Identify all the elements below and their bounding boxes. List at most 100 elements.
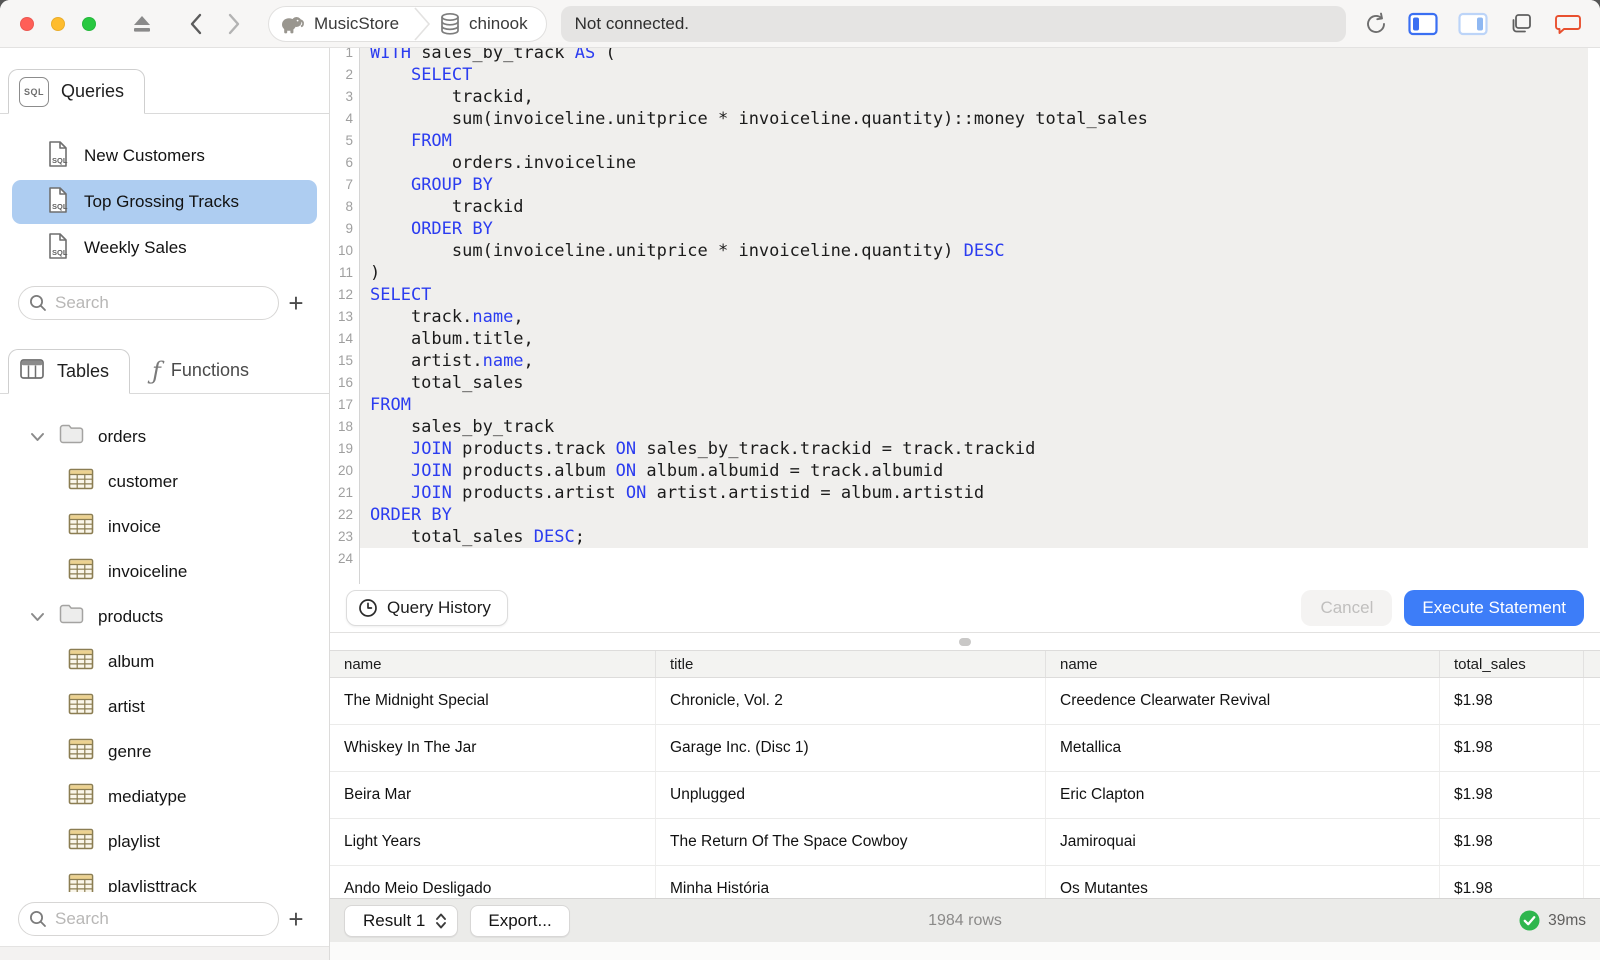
results-cell[interactable]: $1.98 [1440, 772, 1584, 818]
results-cell[interactable]: Ando Meio Desligado [330, 866, 656, 898]
results-cell[interactable]: Minha História [656, 866, 1046, 898]
feedback-chat-icon[interactable] [1554, 12, 1582, 36]
code-line[interactable]: GROUP BY [360, 174, 1588, 196]
breadcrumb-database-label[interactable]: chinook [469, 14, 528, 34]
tab-functions[interactable]: ƒ Functions [130, 348, 271, 393]
cancel-button[interactable]: Cancel [1301, 590, 1393, 626]
code-line[interactable]: JOIN products.album ON album.albumid = t… [360, 460, 1588, 482]
code-line[interactable]: artist.name, [360, 350, 1588, 372]
code-line[interactable]: track.name, [360, 306, 1588, 328]
tree-table-row[interactable]: invoice [0, 504, 329, 549]
code-line[interactable]: total_sales DESC; [360, 526, 1588, 548]
code-line[interactable]: sum(invoiceline.unitprice * invoiceline.… [360, 240, 1588, 262]
result-selector[interactable]: Result 1 [344, 904, 459, 937]
back-button[interactable] [188, 12, 204, 36]
chevron-down-icon[interactable] [30, 427, 45, 447]
results-cell[interactable]: Garage Inc. (Disc 1) [656, 725, 1046, 771]
code-line[interactable]: ORDER BY [360, 504, 1588, 526]
results-cell[interactable]: $1.98 [1440, 819, 1584, 865]
refresh-icon[interactable] [1364, 11, 1388, 37]
code-line[interactable]: ) [360, 262, 1588, 284]
execute-statement-button[interactable]: Execute Statement [1404, 590, 1584, 626]
code-line[interactable]: FROM [360, 130, 1588, 152]
code-line[interactable]: total_sales [360, 372, 1588, 394]
results-cell[interactable]: Creedence Clearwater Revival [1046, 678, 1440, 724]
eject-disconnect-icon[interactable] [130, 13, 154, 35]
code-line[interactable]: JOIN products.track ON sales_by_track.tr… [360, 438, 1588, 460]
results-cell[interactable]: Unplugged [656, 772, 1046, 818]
code-line[interactable]: trackid, [360, 86, 1588, 108]
tree-table-row[interactable]: invoiceline [0, 549, 329, 594]
pane-splitter[interactable] [330, 632, 1600, 650]
code-line[interactable]: trackid [360, 196, 1588, 218]
code-line[interactable]: ORDER BY [360, 218, 1588, 240]
toggle-left-sidebar-icon[interactable] [1408, 12, 1438, 36]
code-line[interactable]: sum(invoiceline.unitprice * invoiceline.… [360, 108, 1588, 130]
tree-table-row[interactable]: album [0, 639, 329, 684]
code-line[interactable]: WITH sales_by_track AS ( [360, 48, 1588, 64]
code-line[interactable]: orders.invoiceline [360, 152, 1588, 174]
tree-folder-row[interactable]: products [0, 594, 329, 639]
tree-table-row[interactable]: playlisttrack [0, 864, 329, 892]
results-column-header[interactable]: name [330, 651, 656, 677]
query-list-item[interactable]: SQL New Customers [12, 134, 317, 178]
results-cell[interactable]: Chronicle, Vol. 2 [656, 678, 1046, 724]
queries-search-input[interactable] [18, 286, 279, 320]
results-cell[interactable]: $1.98 [1440, 866, 1584, 898]
query-list-item[interactable]: SQL Weekly Sales [12, 226, 317, 270]
query-list-item[interactable]: SQL Top Grossing Tracks [12, 180, 317, 224]
zoom-window-button[interactable] [82, 16, 96, 31]
results-cell[interactable]: Eric Clapton [1046, 772, 1440, 818]
forward-button[interactable] [226, 12, 242, 36]
query-history-button[interactable]: Query History [346, 590, 508, 626]
code-line[interactable]: FROM [360, 394, 1588, 416]
results-cell[interactable]: Jamiroquai [1046, 819, 1440, 865]
results-row[interactable]: Ando Meio Desligado Minha História Os Muta… [330, 866, 1600, 898]
results-cell[interactable]: The Return Of The Space Cowboy [656, 819, 1046, 865]
tab-queries[interactable]: SQL Queries [8, 69, 146, 114]
tree-folder-row[interactable]: orders [0, 414, 329, 459]
results-row[interactable]: Beira Mar Unplugged Eric Clapton $1.98 [330, 772, 1600, 819]
export-button[interactable]: Export... [470, 904, 570, 937]
results-cell[interactable]: Light Years [330, 819, 656, 865]
results-column-header[interactable]: name [1046, 651, 1440, 677]
tree-table-row[interactable]: playlist [0, 819, 329, 864]
code-lines[interactable]: WITH sales_by_track AS ( SELECT trackid,… [360, 48, 1588, 570]
postgres-elephant-icon[interactable] [279, 12, 306, 36]
results-cell[interactable]: Metallica [1046, 725, 1440, 771]
tree-table-row[interactable]: genre [0, 729, 329, 774]
windows-copy-icon[interactable] [1508, 12, 1534, 36]
code-line[interactable]: SELECT [360, 64, 1588, 86]
results-cell[interactable]: The Midnight Special [330, 678, 656, 724]
results-row[interactable]: Whiskey In The Jar Garage Inc. (Disc 1) Me… [330, 725, 1600, 772]
toggle-right-sidebar-icon[interactable] [1458, 12, 1488, 36]
schema-search-input[interactable] [18, 902, 279, 936]
chevron-down-icon[interactable] [30, 607, 45, 627]
code-area[interactable]: 1 2 3 4 5 6 7 8 9 10 11 12 13 14 15 16 17 18 19 20 21 22 23 24 … [330, 48, 1600, 584]
code-line[interactable]: album.title, [360, 328, 1588, 350]
code-line[interactable]: JOIN products.artist ON artist.artistid … [360, 482, 1588, 504]
tree-table-row[interactable]: artist [0, 684, 329, 729]
results-cell[interactable]: Os Mutantes [1046, 866, 1440, 898]
results-column-header[interactable]: total_sales [1440, 651, 1584, 677]
results-column-header[interactable]: title [656, 651, 1046, 677]
results-cell[interactable]: $1.98 [1440, 725, 1584, 771]
add-table-button[interactable]: + [279, 902, 313, 936]
add-query-button[interactable]: + [279, 286, 313, 320]
results-row[interactable]: Light Years The Return Of The Space Cowbo… [330, 819, 1600, 866]
code-line[interactable]: SELECT [360, 284, 1588, 306]
results-cell[interactable]: Whiskey In The Jar [330, 725, 656, 771]
code-line[interactable] [360, 548, 1588, 570]
minimize-window-button[interactable] [51, 16, 65, 31]
close-window-button[interactable] [20, 16, 34, 31]
splitter-handle[interactable] [959, 637, 971, 646]
results-cell[interactable]: $1.98 [1440, 678, 1584, 724]
code-line[interactable]: sales_by_track [360, 416, 1588, 438]
results-cell[interactable]: Beira Mar [330, 772, 656, 818]
breadcrumb-server-label[interactable]: MusicStore [314, 14, 399, 34]
results-row[interactable]: The Midnight Special Chronicle, Vol. 2 Cre… [330, 678, 1600, 725]
sql-editor[interactable]: 1 2 3 4 5 6 7 8 9 10 11 12 13 14 15 16 17 18 19 20 21 22 23 24 … [330, 48, 1600, 632]
tree-table-row[interactable]: customer [0, 459, 329, 504]
tree-table-row[interactable]: mediatype [0, 774, 329, 819]
tab-tables[interactable]: Tables [8, 349, 131, 394]
